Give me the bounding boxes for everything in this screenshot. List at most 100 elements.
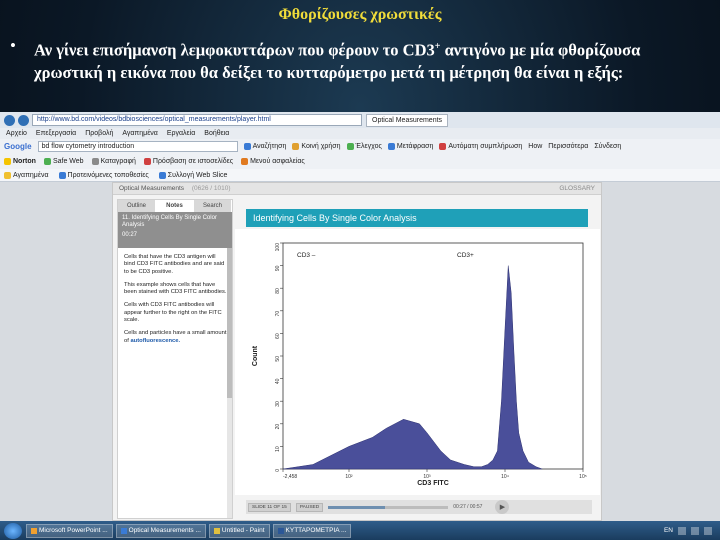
- toolbar-translate-label: Μετάφραση: [396, 143, 434, 150]
- search-icon: [243, 143, 251, 150]
- notes-text: Cells that have the CD3 antigen will bin…: [118, 248, 232, 345]
- toolbar-check[interactable]: Έλεγχος: [346, 143, 382, 150]
- norton-access-label: Πρόσβαση σε ιστοσελίδες: [152, 158, 234, 165]
- note-paragraph: Cells and particles have a small amount …: [124, 330, 228, 345]
- y-tick-label: 30: [275, 401, 281, 407]
- translate-icon: [387, 143, 395, 150]
- play-icon[interactable]: ▶: [495, 500, 510, 514]
- start-button[interactable]: [4, 522, 22, 539]
- flag-icon[interactable]: [704, 526, 712, 535]
- toolbar-translate[interactable]: Μετάφραση: [387, 143, 434, 150]
- norton-brand-label: Norton: [13, 158, 36, 165]
- y-tick-label: 60: [275, 333, 281, 339]
- slide-bullet: • Αν γίνει επισήμανση λεμφοκυττάρων που …: [6, 36, 712, 84]
- share-icon: [292, 143, 300, 150]
- x-tick-label: 10⁵: [579, 474, 587, 480]
- norton-access[interactable]: Πρόσβαση σε ιστοσελίδες: [143, 158, 234, 165]
- slide-title: Φθορίζουσες χρωστικές: [278, 6, 442, 23]
- suggested-sites[interactable]: Προτεινόμενες τοποθεσίες: [58, 171, 149, 179]
- access-icon: [143, 158, 151, 165]
- favorites-label: Αγαπημένα: [13, 171, 49, 179]
- player-controls: SLIDE 11 OF 15 PAUSED 00:27 / 00:57 ▶: [246, 500, 592, 514]
- google-search-input[interactable]: bd flow cytometry introduction: [37, 141, 238, 152]
- toolbar-search[interactable]: Αναζήτηση: [243, 143, 286, 150]
- page-counter: (0626 / 1010): [191, 185, 231, 192]
- task-label: Microsoft PowerPoint ...: [39, 526, 108, 534]
- toolbar-signin[interactable]: Σύνδεση: [594, 143, 621, 150]
- norton-safeweb[interactable]: Safe Web: [43, 158, 84, 165]
- task-word[interactable]: ΚΥΤΤΑΡΟΜΕΤΡΙΑ ...: [272, 523, 352, 538]
- web-slice-gallery[interactable]: Συλλογή Web Slice: [158, 171, 227, 179]
- menu-edit[interactable]: Επεξεργασία: [36, 130, 76, 137]
- time-readout: 00:27 / 00:57: [453, 504, 483, 510]
- task-label: Untitled - Paint: [221, 526, 265, 534]
- scrollbar-thumb[interactable]: [227, 248, 232, 398]
- toolbar-autofill[interactable]: Αυτόματη συμπλήρωση: [439, 143, 522, 150]
- note-highlight: autofluorescence.: [130, 337, 181, 344]
- safeweb-icon: [43, 158, 51, 165]
- menu-file[interactable]: Αρχείο: [6, 130, 27, 137]
- norton-log[interactable]: Καταγραφή: [91, 158, 136, 165]
- y-tick-label: 100: [275, 243, 281, 252]
- task-label: ΚΥΤΤΑΡΟΜΕΤΡΙΑ ...: [285, 526, 347, 534]
- system-tray: EN: [664, 526, 720, 535]
- task-powerpoint[interactable]: Microsoft PowerPoint ...: [26, 523, 113, 538]
- x-tick-label: -2,458: [283, 474, 297, 480]
- note-paragraph: Cells that have the CD3 antigen will bin…: [124, 254, 225, 275]
- address-bar-row: http://www.bd.com/videos/bdbiosciences/o…: [0, 112, 720, 128]
- browser-window: http://www.bd.com/videos/bdbiosciences/o…: [0, 112, 720, 521]
- tab-notes[interactable]: Notes: [156, 200, 194, 212]
- log-icon: [91, 158, 99, 165]
- back-icon[interactable]: [4, 114, 15, 126]
- toolbar-more[interactable]: Περισσότερα: [548, 143, 588, 150]
- menu-tools[interactable]: Εργαλεία: [167, 130, 195, 137]
- norton-brand[interactable]: Norton: [4, 158, 36, 165]
- region-label-cd3-positive: CD3+: [457, 252, 474, 259]
- tab-outline[interactable]: Outline: [118, 200, 156, 212]
- task-browser[interactable]: Optical Measurements ...: [115, 523, 206, 538]
- norton-log-label: Καταγραφή: [100, 158, 136, 165]
- bullet-marker: •: [10, 36, 16, 55]
- menu-bar: Αρχείο Επεξεργασία Προβολή Αγαπημένα Εργ…: [0, 128, 720, 139]
- progress-fill: [328, 505, 385, 509]
- toolbar-share[interactable]: Κοινή χρήση: [292, 143, 341, 150]
- network-icon[interactable]: [678, 526, 686, 535]
- toolbar-share-label: Κοινή χρήση: [301, 143, 341, 150]
- tab-search[interactable]: Search: [194, 200, 232, 212]
- lesson-title: 11. Identifying Cells By Single Color An…: [122, 215, 217, 228]
- note-paragraph: Cells with CD3 FITC antibodies will appe…: [124, 302, 222, 324]
- toolbar-how-label: How: [528, 143, 543, 150]
- norton-security[interactable]: Μενού ασφαλείας: [241, 158, 305, 165]
- volume-icon[interactable]: [691, 526, 699, 535]
- glossary-button[interactable]: GLOSSARY: [559, 183, 595, 194]
- notes-panel: Outline Notes Search 11. Identifying Cel…: [117, 199, 233, 519]
- y-tick-label: 20: [275, 424, 281, 430]
- toolbar-how[interactable]: How: [528, 143, 542, 150]
- favorites-bar: Αγαπημένα Προτεινόμενες τοποθεσίες Συλλο…: [0, 169, 720, 182]
- address-input[interactable]: http://www.bd.com/videos/bdbiosciences/o…: [32, 114, 362, 126]
- powerpoint-icon: [31, 527, 37, 534]
- menu-help[interactable]: Βοήθεια: [204, 130, 229, 137]
- menu-view[interactable]: Προβολή: [85, 130, 113, 137]
- bullet-text: Αν γίνει επισήμανση λεμφοκυττάρων που φέ…: [34, 36, 712, 84]
- progress-track[interactable]: [328, 505, 449, 509]
- menu-favorites[interactable]: Αγαπημένα: [122, 130, 158, 137]
- note-paragraph: This example shows cells that have been …: [124, 281, 227, 296]
- suggested-sites-label: Προτεινόμενες τοποθεσίες: [67, 171, 149, 179]
- forward-icon[interactable]: [18, 114, 29, 126]
- task-paint[interactable]: Untitled - Paint: [208, 523, 270, 538]
- autofill-icon: [439, 143, 447, 150]
- notes-scrollbar[interactable]: [227, 248, 232, 518]
- toolbar-check-label: Έλεγχος: [355, 143, 382, 150]
- bullet-text-part1: Αν γίνει επισήμανση λεμφοκυττάρων που φέ…: [34, 40, 435, 60]
- slide-indicator[interactable]: SLIDE 11 OF 15: [248, 502, 291, 512]
- ie-icon: [158, 171, 166, 179]
- player-header: Optical Measurements (0626 / 1010) GLOSS…: [113, 183, 601, 195]
- paused-state[interactable]: PAUSED: [295, 502, 324, 512]
- histogram-panel: 0 10 20 30 40 50 60 70 80 90 100 -2,458 10² 10³ 10⁴ 10…: [235, 229, 600, 495]
- tab-optical-measurements[interactable]: Optical Measurements: [366, 113, 449, 127]
- ie-icon: [58, 171, 66, 179]
- favorites-button[interactable]: Αγαπημένα: [4, 171, 49, 179]
- language-indicator[interactable]: EN: [664, 527, 673, 534]
- y-axis-label: Count: [252, 345, 259, 366]
